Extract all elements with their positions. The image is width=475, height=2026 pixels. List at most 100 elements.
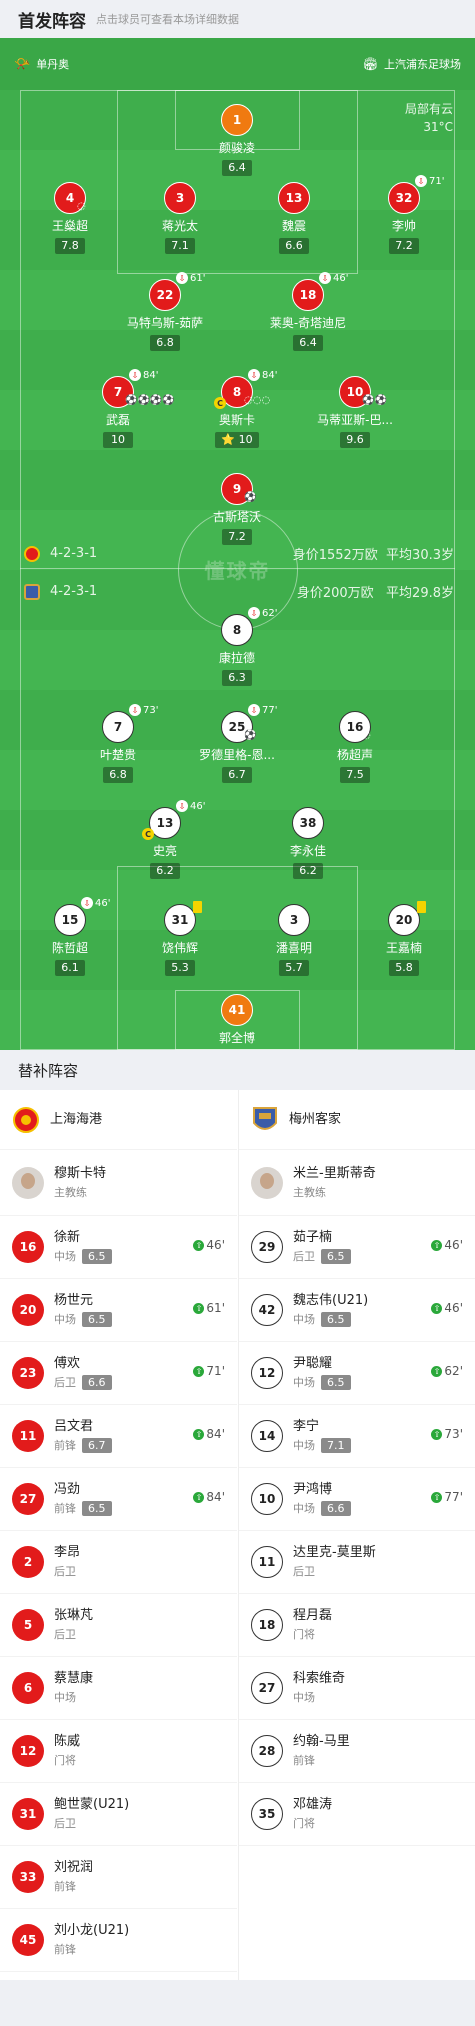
home-player[interactable]: 8 ⇩ 84' ◌◌◌ C 奥斯卡 ⭐ 10 — [182, 369, 292, 448]
home-sub-row[interactable]: 45 刘小龙(U21) 前锋 — [0, 1909, 237, 1972]
sub-in-minute: 73' — [444, 1427, 463, 1441]
home-sub-row[interactable]: 31 鲍世蒙(U21) 后卫 — [0, 1783, 237, 1846]
sub-number: 12 — [12, 1735, 44, 1767]
sub-off-icon: ⇩ — [81, 897, 93, 909]
home-team-crest-icon — [13, 1106, 39, 1133]
away-player[interactable]: 8 ⇩ 62' 康拉德 6.3 — [182, 607, 292, 686]
home-player[interactable]: 13 魏震 6.6 — [239, 182, 349, 254]
away-team-row[interactable]: 梅州客家 — [239, 1090, 475, 1150]
away-player[interactable]: 20 王嘉楠 5.8 — [349, 901, 459, 976]
sub-position: 前锋 — [293, 1754, 315, 1767]
home-player[interactable]: 9 ⚽ 古斯塔沃 7.2 — [182, 473, 292, 545]
away-team-crest-icon — [253, 1106, 277, 1130]
sub-position: 后卫 — [54, 1628, 76, 1641]
away-sub-row[interactable]: 42 魏志伟(U21) 中场 6.5 ⇧ 46' — [239, 1279, 475, 1342]
home-coach-row[interactable]: 穆斯卡特 主教练 — [0, 1150, 237, 1216]
away-sub-row[interactable]: 12 尹聪耀 中场 6.5 ⇧ 62' — [239, 1342, 475, 1405]
sub-position: 中场 — [293, 1376, 315, 1389]
home-player[interactable]: 4 ◌ 王燊超 7.8 — [15, 182, 125, 254]
away-sub-row[interactable]: 29 茹子楠 后卫 6.5 ⇧ 46' — [239, 1216, 475, 1279]
player-rating: 7.5 — [340, 767, 370, 783]
jersey-number-text: 16 — [346, 720, 364, 734]
lineup-hint: 点击球员可查看本场详细数据 — [96, 13, 239, 26]
sub-position: 中场 — [54, 1691, 76, 1704]
away-sub-row[interactable]: 14 李宁 中场 7.1 ⇧ 73' — [239, 1405, 475, 1468]
player-rating-value: 6.1 — [61, 961, 79, 974]
home-sub-row[interactable]: 2 李昂 后卫 — [0, 1531, 237, 1594]
home-sub-row[interactable]: 23 傅欢 后卫 6.6 ⇧ 71' — [0, 1342, 237, 1405]
sub-in-minute: 46' — [206, 1238, 225, 1252]
sub-position: 后卫 — [54, 1565, 76, 1578]
player-name: 康拉德 — [218, 651, 255, 665]
home-player[interactable]: 32 ⇩ 71' 李帅 7.2 — [349, 175, 459, 254]
home-player[interactable]: 7 ⇩ 84' ⚽⚽⚽⚽ 武磊 10 — [63, 369, 175, 448]
player-name: 王嘉楠 — [385, 941, 422, 955]
sub-off-icon: ⇩ — [176, 272, 188, 284]
home-player[interactable]: 22 ⇩ 61' 马特乌斯-茹萨 6.8 — [110, 272, 220, 351]
player-rating: 6.7 — [222, 767, 252, 783]
yellow-card-icon — [417, 901, 426, 913]
goal-icons: ◌ — [77, 201, 86, 212]
away-player[interactable]: 13 ⇩ 46' C 史亮 6.2 — [110, 800, 220, 879]
home-team-row[interactable]: 上海海港 — [0, 1090, 237, 1150]
sub-position: 后卫 — [54, 1817, 76, 1830]
away-coach-row[interactable]: 米兰-里斯蒂奇 主教练 — [239, 1150, 475, 1216]
sub-name: 邓雄涛 — [293, 1797, 333, 1812]
home-coach-name: 穆斯卡特 — [54, 1165, 107, 1181]
home-subs-column: 上海海港 穆斯卡特 主教练 16 徐新 中场 6.5 ⇧ 46' 20 杨世元 中场 6.5 ⇧ 61'… — [0, 1090, 237, 1980]
player-name: 奥斯卡 — [218, 413, 255, 427]
away-sub-row[interactable]: 28 约翰-马里 前锋 — [239, 1720, 475, 1783]
home-player[interactable]: 1 颜骏凌 6.4 — [182, 104, 292, 176]
home-sub-row[interactable]: 11 吕文君 前锋 6.7 ⇧ 84' — [0, 1405, 237, 1468]
home-sub-row[interactable]: 5 张琳芃 后卫 — [0, 1594, 237, 1657]
player-rating: 6.8 — [150, 335, 180, 351]
sub-in-time: ⇧ 46' — [431, 1301, 463, 1315]
away-player[interactable]: 3 潘喜明 5.7 — [239, 904, 349, 976]
jersey-number: 20 — [388, 901, 426, 936]
home-player[interactable]: 3 蒋光太 7.1 — [125, 182, 235, 254]
player-rating-value: 5.7 — [285, 961, 303, 974]
away-player[interactable]: 15 ⇩ 46' 陈哲超 6.1 — [15, 897, 125, 976]
sub-name: 傅欢 — [54, 1356, 81, 1371]
jersey-number-text: 32 — [395, 191, 413, 205]
sub-off-icon: ⇩ — [319, 272, 331, 284]
player-rating: 5.8 — [389, 960, 419, 976]
sub-off-icon: ⇩ — [248, 369, 260, 381]
sub-in-minute: 77' — [444, 1490, 463, 1504]
home-sub-row[interactable]: 27 冯劲 前锋 6.5 ⇧ 84' — [0, 1468, 237, 1531]
home-player[interactable]: 18 ⇩ 46' 莱奥-奇塔迪尼 6.4 — [253, 272, 363, 351]
away-sub-row[interactable]: 35 邓雄涛 门将 — [239, 1783, 475, 1846]
jersey-number: 7 ⇩ 73' — [102, 704, 158, 743]
sub-rating: 7.1 — [321, 1438, 351, 1453]
jersey-number: 4 ◌ — [54, 182, 86, 214]
away-sub-row[interactable]: 27 科索维奇 中场 — [239, 1657, 475, 1720]
away-player[interactable]: 41郭全博6.3 — [182, 994, 292, 1050]
sub-name: 刘祝润 — [54, 1860, 94, 1875]
jersey-number: 3 — [278, 904, 310, 936]
away-value: 身价200万欧 — [296, 586, 374, 601]
player-name: 古斯塔沃 — [212, 510, 261, 524]
sub-in-icon: ⇧ — [431, 1491, 443, 1503]
home-sub-row[interactable]: 33 刘祝润 前锋 — [0, 1846, 237, 1909]
away-player[interactable]: 25 ⇩ 77' ⚽ 罗德里格-恩... 6.7 — [182, 704, 292, 783]
away-sub-row[interactable]: 10 尹鸿博 中场 6.6 ⇧ 77' — [239, 1468, 475, 1531]
away-player[interactable]: 7 ⇩ 73' 叶楚贵 6.8 — [63, 704, 173, 783]
away-formation-row: 4-2-3-1 身价200万欧 平均29.8岁 — [24, 582, 454, 601]
home-sub-row[interactable]: 20 杨世元 中场 6.5 ⇧ 61' — [0, 1279, 237, 1342]
sub-rating: 6.5 — [82, 1501, 112, 1516]
away-sub-row[interactable]: 11 达里克-莫里斯 后卫 — [239, 1531, 475, 1594]
sub-in-minute: 46' — [444, 1238, 463, 1252]
home-sub-row[interactable]: 12 陈威 门将 — [0, 1720, 237, 1783]
home-sub-row[interactable]: 16 徐新 中场 6.5 ⇧ 46' — [0, 1216, 237, 1279]
away-sub-row[interactable]: 18 程月磊 门将 — [239, 1594, 475, 1657]
away-player[interactable]: 16 ◌ 杨超声 7.5 — [300, 711, 410, 783]
mvp-star-icon: ⭐ — [221, 433, 236, 446]
sub-off-badge: ⇩ 61' — [176, 272, 205, 284]
player-name: 陈哲超 — [51, 941, 88, 955]
away-player[interactable]: 38 李永佳 6.2 — [253, 807, 363, 879]
home-sub-row[interactable]: 6 蔡慧康 中场 — [0, 1657, 237, 1720]
jersey-number: 7 ⇩ 84' ⚽⚽⚽⚽ — [102, 369, 175, 408]
away-player[interactable]: 31 饶伟辉 5.3 — [125, 901, 235, 976]
player-rating: 6.6 — [279, 238, 309, 254]
home-player[interactable]: 10 ⚽⚽ 马蒂亚斯-巴... 9.6 — [300, 376, 410, 448]
